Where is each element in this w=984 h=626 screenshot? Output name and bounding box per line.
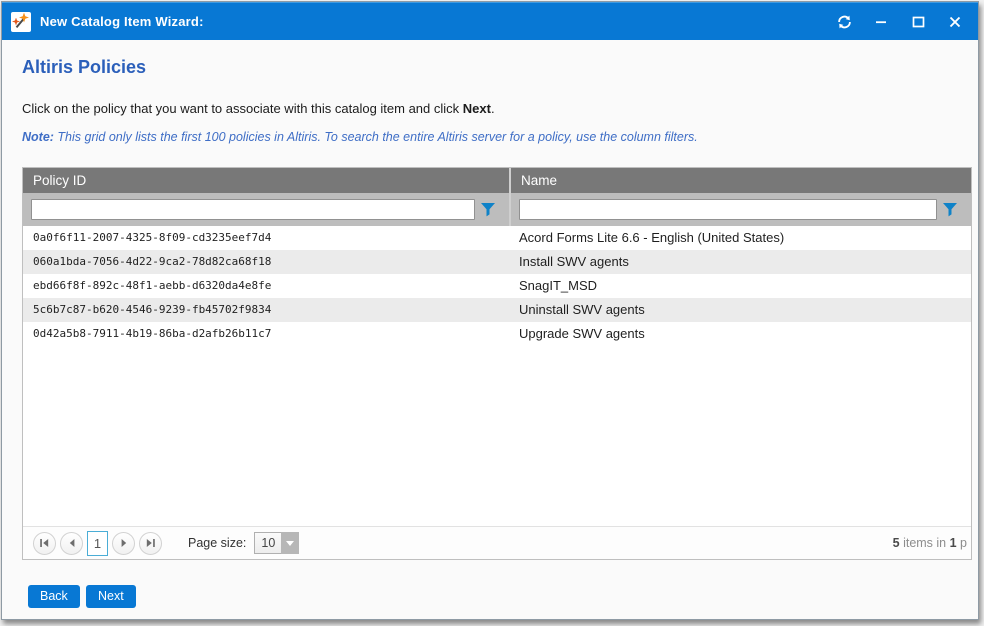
current-page-indicator[interactable]: 1	[87, 531, 108, 556]
page-size-select[interactable]: 10	[254, 532, 299, 554]
name-cell[interactable]: SnagIT_MSD	[509, 274, 971, 298]
instruction-prefix: Click on the policy that you want to ass…	[22, 101, 463, 116]
note-body: This grid only lists the first 100 polic…	[54, 130, 698, 144]
maximize-icon[interactable]	[907, 11, 929, 33]
filter-row	[23, 193, 971, 226]
last-page-button[interactable]	[139, 532, 162, 555]
refresh-icon[interactable]	[833, 11, 855, 33]
column-header-name[interactable]: Name	[509, 168, 971, 193]
window-controls	[833, 11, 966, 33]
instruction-suffix: .	[491, 101, 495, 116]
name-filter-input[interactable]	[519, 199, 937, 220]
name-cell[interactable]: Uninstall SWV agents	[509, 298, 971, 322]
first-page-button[interactable]	[33, 532, 56, 555]
wizard-window: New Catalog Item Wizard: Altiris Pol	[1, 1, 979, 620]
policy-id-filter-icon[interactable]	[475, 198, 501, 222]
name-cell[interactable]: Acord Forms Lite 6.6 - English (United S…	[509, 226, 971, 250]
next-page-button[interactable]	[112, 532, 135, 555]
table-row[interactable]: 5c6b7c87-b620-4546-9239-fb45702f9834 Uni…	[23, 298, 971, 322]
name-filter-icon[interactable]	[937, 198, 963, 222]
title-bar: New Catalog Item Wizard:	[2, 2, 978, 40]
grid-pager: 1 Page size: 10 5 items in 1 p	[23, 526, 971, 559]
back-button[interactable]: Back	[28, 585, 80, 608]
policy-id-cell[interactable]: 0d42a5b8-7911-4b19-86ba-d2afb26b11c7	[23, 322, 509, 346]
page-size-label: Page size:	[188, 536, 246, 550]
table-row[interactable]: 0d42a5b8-7911-4b19-86ba-d2afb26b11c7 Upg…	[23, 322, 971, 346]
page-size-value: 10	[254, 532, 281, 554]
chevron-down-icon[interactable]	[281, 532, 299, 554]
policy-id-filter-cell	[23, 193, 509, 226]
summary-infix: items in	[900, 536, 950, 550]
instruction-text: Click on the policy that you want to ass…	[22, 101, 495, 116]
column-header-policy-id[interactable]: Policy ID	[23, 168, 509, 193]
previous-page-button[interactable]	[60, 532, 83, 555]
window-title: New Catalog Item Wizard:	[40, 14, 204, 29]
summary-suffix: p	[957, 536, 967, 550]
name-filter-cell	[509, 193, 971, 226]
instruction-emphasis: Next	[463, 101, 491, 116]
grid-header-row: Policy ID Name	[23, 168, 971, 193]
name-cell[interactable]: Upgrade SWV agents	[509, 322, 971, 346]
policy-id-filter-input[interactable]	[31, 199, 475, 220]
note-text: Note: This grid only lists the first 100…	[22, 130, 698, 144]
table-row[interactable]: 060a1bda-7056-4d22-9ca2-78d82ca68f18 Ins…	[23, 250, 971, 274]
policy-id-cell[interactable]: 0a0f6f11-2007-4325-8f09-cd3235eef7d4	[23, 226, 509, 250]
policy-id-cell[interactable]: 060a1bda-7056-4d22-9ca2-78d82ca68f18	[23, 250, 509, 274]
pager-summary: 5 items in 1 p	[893, 536, 967, 550]
close-icon[interactable]	[944, 11, 966, 33]
policy-id-cell[interactable]: 5c6b7c87-b620-4546-9239-fb45702f9834	[23, 298, 509, 322]
policy-id-cell[interactable]: ebd66f8f-892c-48f1-aebb-d6320da4e8fe	[23, 274, 509, 298]
table-row[interactable]: 0a0f6f11-2007-4325-8f09-cd3235eef7d4 Aco…	[23, 226, 971, 250]
next-button[interactable]: Next	[86, 585, 136, 608]
note-label: Note:	[22, 130, 54, 144]
items-count: 5	[893, 536, 900, 550]
page-title: Altiris Policies	[22, 57, 146, 78]
policies-grid: Policy ID Name 0a0f6f11-2007-4325-8f09-c…	[22, 167, 972, 560]
pages-count: 1	[950, 536, 957, 550]
name-cell[interactable]: Install SWV agents	[509, 250, 971, 274]
wizard-app-icon	[11, 12, 31, 32]
table-row[interactable]: ebd66f8f-892c-48f1-aebb-d6320da4e8fe Sna…	[23, 274, 971, 298]
minimize-icon[interactable]	[870, 11, 892, 33]
